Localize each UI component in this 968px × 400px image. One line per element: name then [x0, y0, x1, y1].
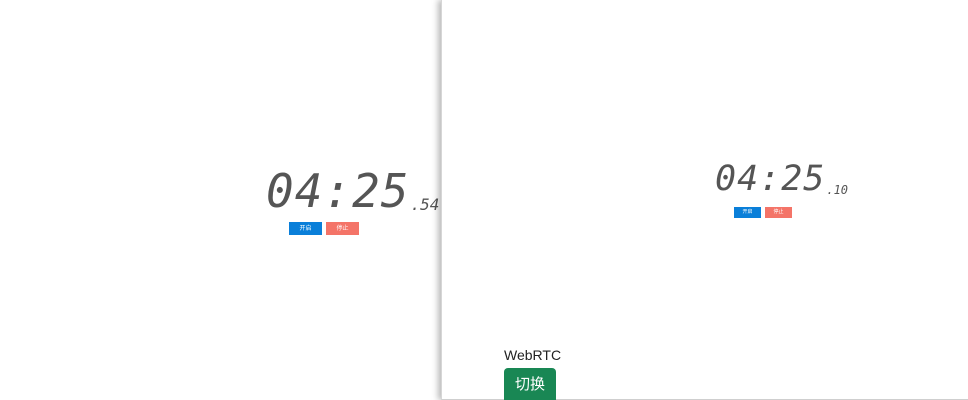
- stopwatch-time: 04:25: [266, 164, 410, 218]
- stopwatch-fraction: .54: [410, 195, 440, 214]
- remote-stopwatch-controls: 开启 停止: [734, 207, 792, 218]
- remote-stop-button[interactable]: 停止: [765, 207, 792, 218]
- remote-stopwatch-display: 04:25 .10: [715, 162, 848, 197]
- remote-view-panel: [441, 0, 968, 400]
- webrtc-label: WebRTC: [504, 347, 562, 363]
- start-button[interactable]: 开启: [289, 222, 322, 235]
- remote-stopwatch-fraction: .10: [826, 183, 849, 197]
- switch-button[interactable]: 切换: [504, 368, 556, 400]
- stopwatch-display: 04:25 .54: [266, 168, 439, 214]
- remote-stopwatch-time: 04:25: [715, 159, 826, 199]
- stop-button[interactable]: 停止: [326, 222, 359, 235]
- stopwatch-controls: 开启 停止: [289, 222, 359, 235]
- screen: 04:25 .54 开启 停止 04:25 .10 开启 停止 WebRTC 切…: [0, 0, 968, 400]
- remote-start-button[interactable]: 开启: [734, 207, 761, 218]
